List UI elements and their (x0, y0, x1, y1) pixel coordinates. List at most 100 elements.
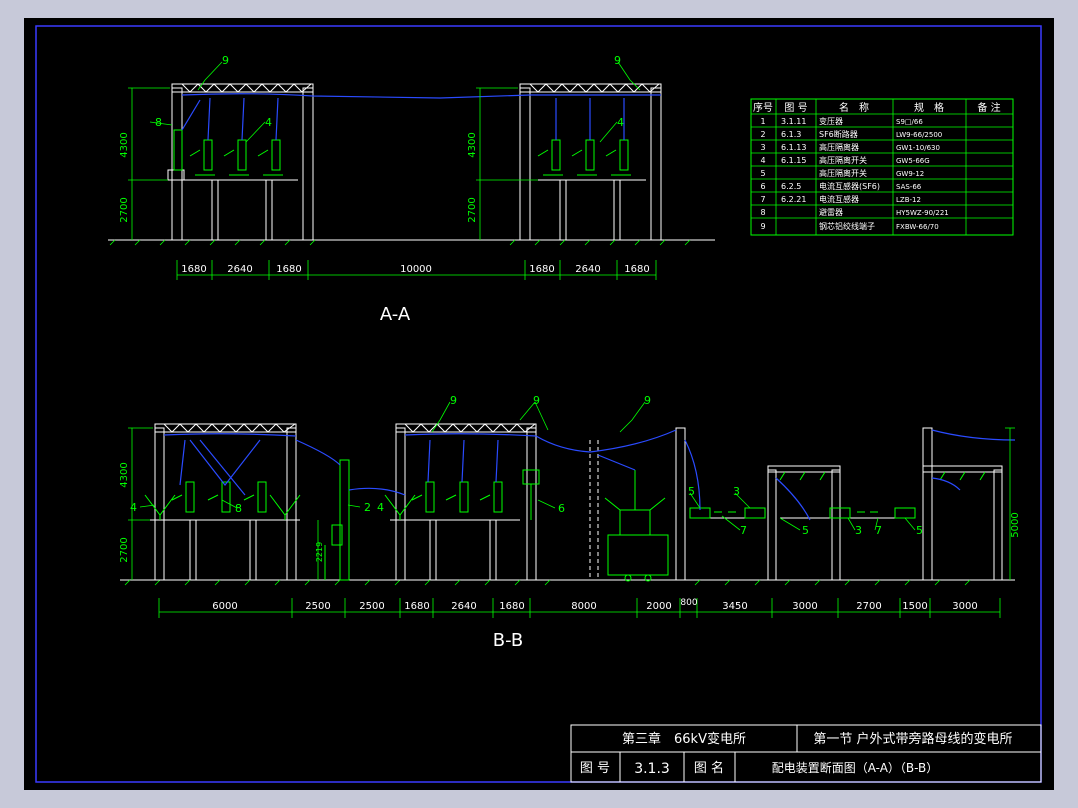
table-header-no: 序号 (753, 101, 773, 114)
table-cell: GW9-12 (896, 170, 924, 178)
drawing-no-label: 图 号 (580, 761, 610, 776)
table-header-spec: 规 格 (914, 101, 944, 114)
table-cell: LW9-66/2500 (896, 131, 942, 139)
aa-dim-h-3: 10000 (400, 264, 432, 275)
table-row: 6 6.2.5 电流互感器(SF6) SAS-66 (760, 181, 921, 191)
bb-dim-h-4: 2640 (451, 601, 476, 612)
bb-callout-4a: 4 (130, 501, 137, 514)
bb-dim-v-2219: 2219 (315, 542, 324, 562)
table-cell: S9□/66 (896, 118, 923, 126)
aa-callout-4a: 4 (265, 116, 272, 129)
bb-callout-8: 8 (235, 502, 242, 515)
table-cell: 钢芯铝绞线端子 (819, 221, 875, 231)
table-cell: 5 (760, 169, 765, 178)
cad-drawing-canvas: 9 8 4 9 4 4300 2700 4300 2700 1680 2640 … (24, 18, 1054, 790)
table-cell: 6.2.5 (781, 182, 801, 191)
title-chapter: 第三章 66kV变电所 (622, 731, 746, 747)
bb-callout-6: 6 (558, 502, 565, 515)
table-cell: 6.1.3 (781, 130, 801, 139)
aa-dim-v-4300-left: 4300 (119, 132, 130, 157)
table-cell: 避雷器 (819, 207, 843, 217)
aa-dim-h-0: 1680 (181, 264, 206, 275)
bb-callout-5c: 5 (916, 524, 923, 537)
bb-dim-h-12: 1500 (902, 601, 927, 612)
table-cell: LZB-12 (896, 196, 921, 204)
table-row: 2 6.1.3 SF6断路器 LW9-66/2500 (760, 129, 942, 139)
bb-callout-5a: 5 (688, 485, 695, 498)
bb-dim-h-8: 800 (680, 598, 697, 608)
bb-dim-v-2700: 2700 (119, 537, 130, 562)
aa-callout-9a: 9 (222, 54, 229, 67)
bb-section-label: B-B (493, 630, 524, 651)
bb-dim-h-10: 3000 (792, 601, 817, 612)
bb-callout-9a: 9 (450, 394, 457, 407)
table-cell: 高压隔离器 (819, 142, 859, 152)
bb-dim-v-5000: 5000 (1010, 512, 1021, 537)
drawing-name-label: 图 名 (694, 760, 724, 776)
table-cell: 3.1.11 (781, 117, 806, 126)
bb-dim-h-6: 8000 (571, 601, 596, 612)
bb-dim-h-9: 3450 (722, 601, 747, 612)
bb-callout-9c: 9 (644, 394, 651, 407)
table-cell: 9 (760, 222, 765, 231)
table-cell: 8 (760, 208, 765, 217)
bb-callout-7b: 7 (875, 524, 882, 537)
aa-dim-v-2700-mid: 2700 (467, 197, 478, 222)
table-cell: 电流互感器(SF6) (819, 181, 880, 191)
table-cell: 高压隔离开关 (819, 155, 867, 165)
aa-callout-4b: 4 (617, 116, 624, 129)
table-header-drawing: 图 号 (784, 102, 807, 114)
bb-dim-h-0: 6000 (212, 601, 237, 612)
bb-dim-h-5: 1680 (499, 601, 524, 612)
bb-callout-7a: 7 (740, 524, 747, 537)
drawing-no-value: 3.1.3 (634, 761, 670, 777)
aa-callout-8: 8 (155, 116, 162, 129)
aa-dim-h-4: 1680 (529, 264, 554, 275)
table-cell: GW1-10/630 (896, 144, 940, 152)
bb-callout-3a: 3 (733, 485, 740, 498)
bb-callout-5b: 5 (802, 524, 809, 537)
bb-callout-4b: 4 (377, 501, 384, 514)
table-cell: 6.1.13 (781, 143, 806, 152)
table-cell: 3 (760, 143, 765, 152)
aa-dim-h-1: 2640 (227, 264, 252, 275)
table-row: 4 6.1.15 高压隔离开关 GW5-66G (760, 155, 929, 165)
table-row: 7 6.2.21 电流互感器 LZB-12 (760, 194, 920, 204)
aa-dim-h-2: 1680 (276, 264, 301, 275)
table-row: 3 6.1.13 高压隔离器 GW1-10/630 (760, 142, 940, 152)
aa-callout-9b: 9 (614, 54, 621, 67)
table-cell: 6 (760, 182, 765, 191)
aa-section-label: A-A (380, 304, 411, 325)
bb-callout-9b: 9 (533, 394, 540, 407)
table-cell: 高压隔离开关 (819, 168, 867, 178)
table-header-name: 名 称 (839, 101, 869, 114)
drawing-name-value: 配电装置断面图（A-A）（B-B） (772, 760, 939, 775)
aa-dim-h-6: 1680 (624, 264, 649, 275)
bb-dim-h-7: 2000 (646, 601, 671, 612)
bb-dim-h-11: 2700 (856, 601, 881, 612)
bb-callout-3b: 3 (855, 524, 862, 537)
table-cell: 6.2.21 (781, 195, 806, 204)
aa-dim-v-2700-left: 2700 (119, 197, 130, 222)
table-cell: 7 (760, 195, 765, 204)
table-cell: HY5WZ-90/221 (896, 209, 949, 217)
table-cell: 1 (760, 117, 765, 126)
table-cell: FXBW-66/70 (896, 223, 939, 231)
table-row: 1 3.1.11 变压器 S9□/66 (760, 116, 923, 126)
table-cell: SAS-66 (896, 183, 922, 191)
table-cell: 电流互感器 (819, 194, 859, 204)
aa-dim-h-5: 2640 (575, 264, 600, 275)
table-cell: 4 (760, 156, 765, 165)
table-header-remark: 备 注 (977, 101, 1000, 114)
aa-dim-v-4300-mid: 4300 (467, 132, 478, 157)
table-cell: 6.1.15 (781, 156, 806, 165)
bb-dim-h-3: 1680 (404, 601, 429, 612)
bb-dim-h-13: 3000 (952, 601, 977, 612)
title-section: 第一节 户外式带旁路母线的变电所 (813, 731, 1012, 747)
bb-dim-v-4300: 4300 (119, 462, 130, 487)
table-cell: GW5-66G (896, 157, 930, 165)
bb-callout-2: 2 (364, 501, 371, 514)
table-cell: 变压器 (819, 116, 843, 126)
bb-dim-h-1: 2500 (305, 601, 330, 612)
table-cell: SF6断路器 (819, 129, 858, 139)
